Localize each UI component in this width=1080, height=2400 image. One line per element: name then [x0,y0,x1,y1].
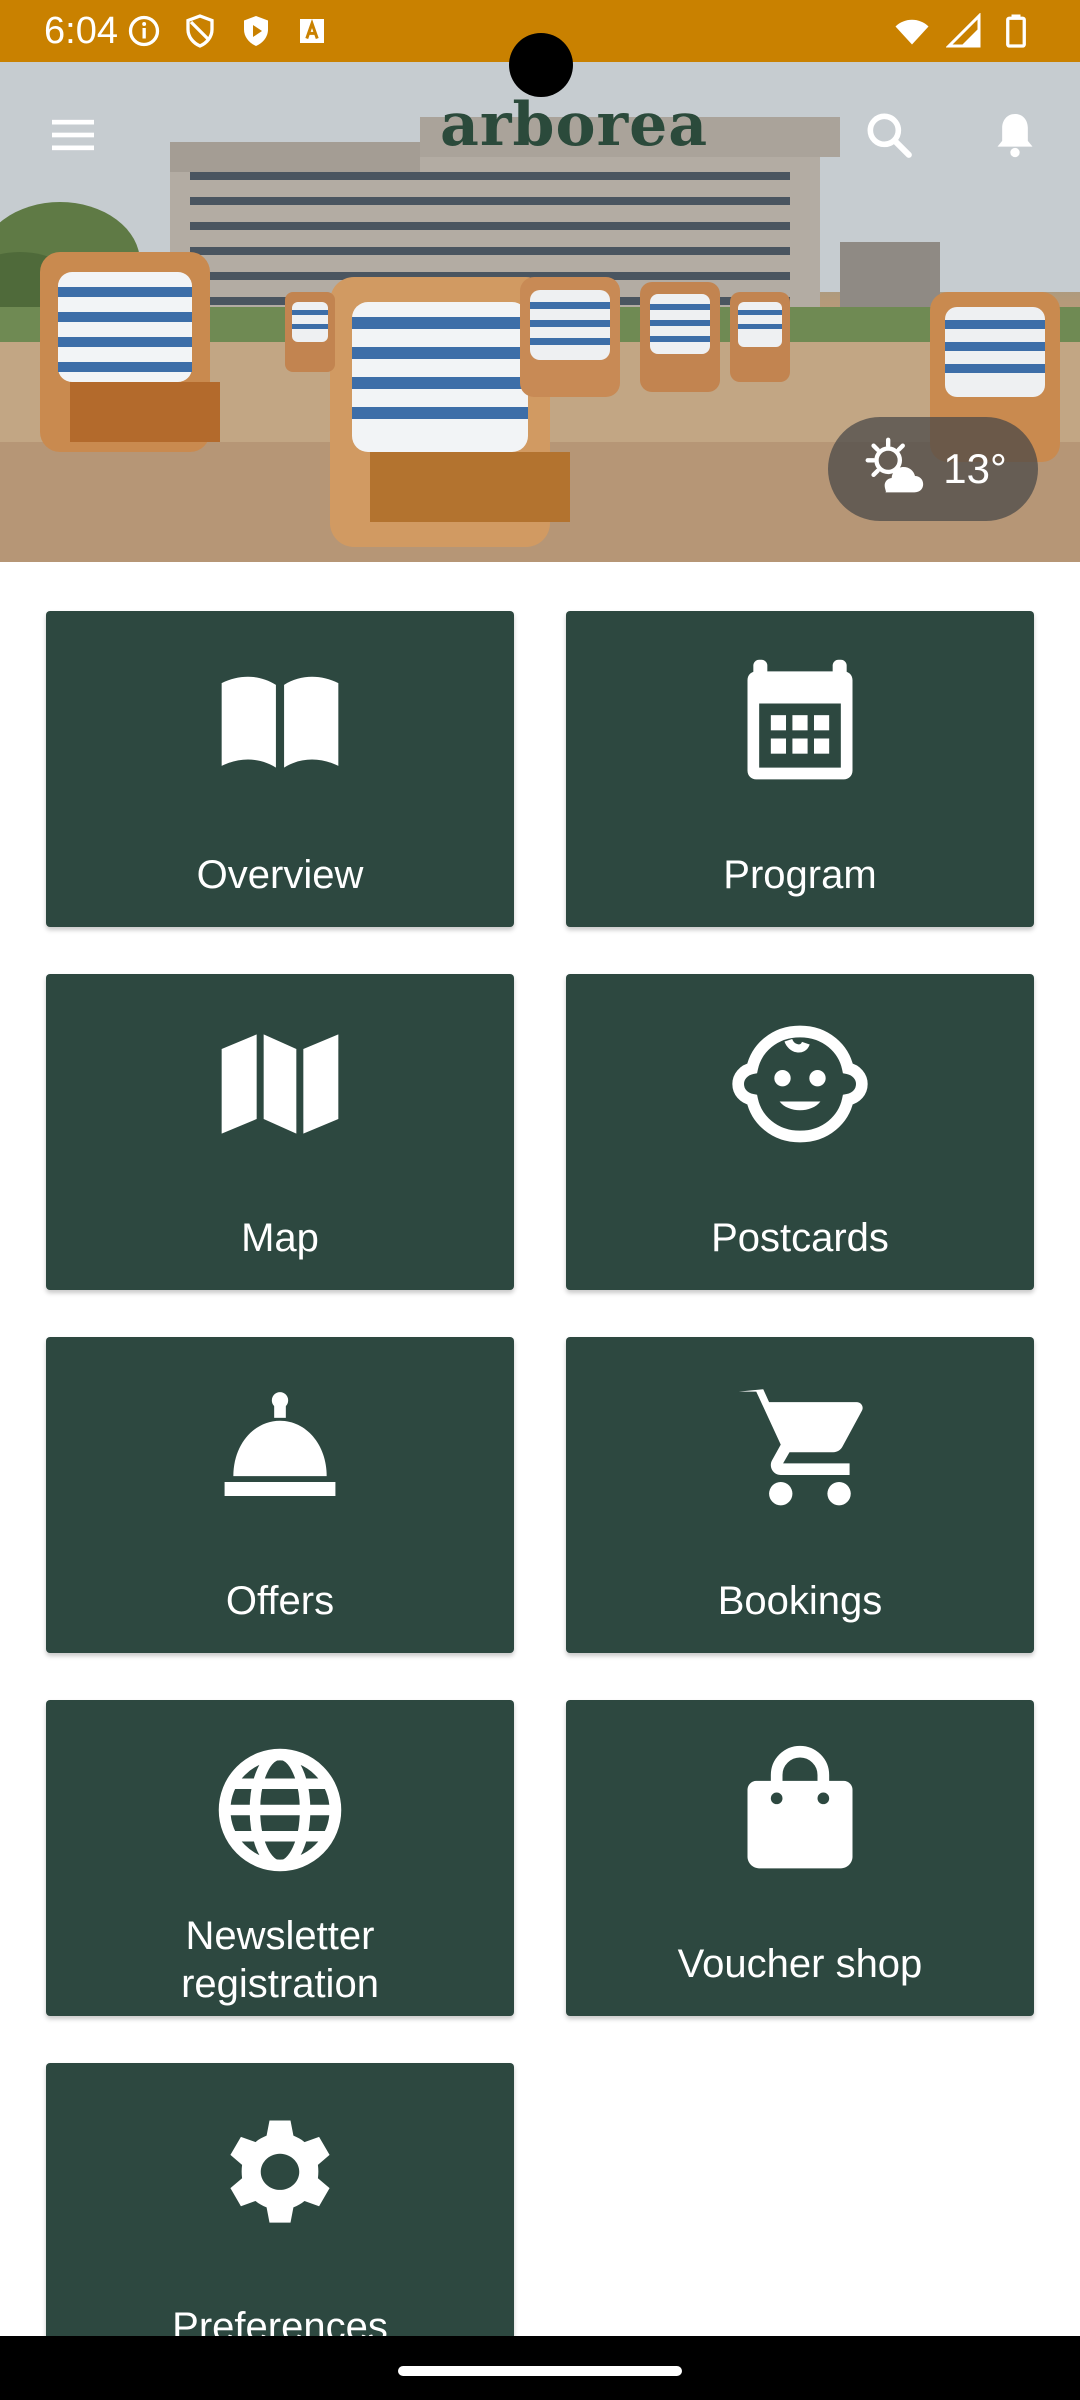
search-button[interactable] [854,100,924,170]
status-right-icons [892,10,1036,52]
service-bell-icon [46,1377,514,1517]
globe-icon [46,1740,514,1880]
tile-offers[interactable]: Offers [46,1337,514,1653]
camera-cutout [509,33,573,97]
status-left-icons [124,10,332,52]
tile-label-newsletter-registration: Newsletter registration [181,1914,379,2006]
tile-label-voucher-shop: Voucher shop [677,1942,923,1986]
weather-temperature: 13° [943,445,1007,492]
map-icon [46,1014,514,1154]
play-shield-icon [236,11,276,51]
info-icon [124,11,164,51]
hero-image: arborea 13° [0,62,1080,562]
tile-program[interactable]: Program [566,611,1034,927]
tile-label-map: Map [241,1216,319,1260]
gear-icon [46,2103,514,2243]
weather-chip[interactable]: 13° [828,417,1038,521]
tile-postcards[interactable]: Postcards [566,974,1034,1290]
hamburger-menu-icon [52,119,94,151]
bell-icon [997,114,1033,158]
shopping-cart-icon [566,1377,1034,1517]
shield-icon [180,11,220,51]
signal-icon [944,11,984,51]
open-book-icon [46,651,514,791]
shopping-bag-icon [566,1740,1034,1880]
tile-bookings[interactable]: Bookings [566,1337,1034,1653]
partly-sunny-icon [859,434,929,504]
brand-logo: arborea [440,90,709,160]
tile-label-program: Program [723,853,877,897]
home-gesture-handle[interactable] [398,2366,682,2376]
tile-overview[interactable]: Overview [46,611,514,927]
menu-button[interactable] [38,100,108,170]
battery-icon [996,11,1036,51]
tile-newsletter-registration[interactable]: Newsletter registration [46,1700,514,2016]
tile-map[interactable]: Map [46,974,514,1290]
a-box-icon [292,11,332,51]
tile-label-bookings: Bookings [717,1579,883,1623]
tile-label-postcards: Postcards [711,1216,889,1260]
tile-label-overview: Overview [196,853,364,897]
notifications-button[interactable] [980,100,1050,170]
app-screen: 6:04 arborea 13° Overview Program Map Po… [0,0,1080,2400]
tile-voucher-shop[interactable]: Voucher shop [566,1700,1034,2016]
face-icon [566,1014,1034,1154]
tile-preferences[interactable]: Preferences [46,2063,514,2379]
tile-label-offers: Offers [225,1579,335,1623]
wifi-icon [892,11,932,51]
status-time: 6:04 [44,10,118,52]
calendar-icon [566,651,1034,791]
search-icon [867,113,912,158]
